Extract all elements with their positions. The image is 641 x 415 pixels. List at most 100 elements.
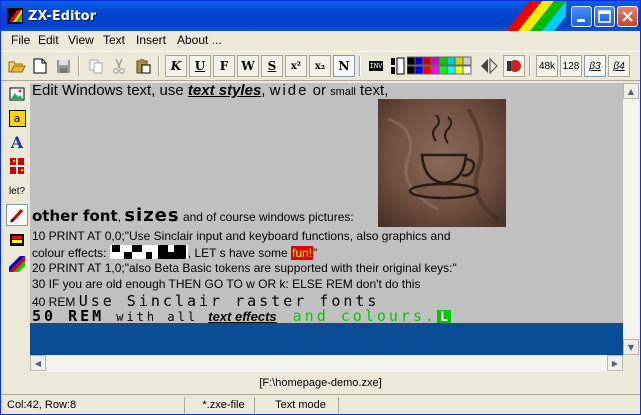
save-disk-icon [56, 59, 70, 73]
grid-icon [10, 158, 24, 174]
title-bar: ZX-Editor [1, 1, 640, 31]
menu-edit[interactable]: Edit [38, 33, 59, 47]
line1-text: Edit Windows text, use [32, 83, 188, 99]
line8-effects: text effects [208, 309, 277, 324]
menu-bar: File Edit View Text Insert About ... [1, 31, 640, 50]
insert-image-tool[interactable] [6, 83, 28, 105]
coffee-cup-picture [378, 99, 506, 227]
color-palette-icon [407, 56, 472, 75]
line4-fun: fun! [291, 246, 314, 260]
close-button[interactable] [617, 6, 638, 27]
zx-graphics-blocks [109, 245, 188, 259]
normal-text-button[interactable]: N [333, 55, 355, 77]
inverse-label: INV [368, 61, 384, 71]
line4-quote: " [313, 246, 318, 260]
paper-ink-selector[interactable] [389, 55, 407, 77]
scroll-corner [623, 355, 639, 372]
editor-line-3: 10 PRINT AT 0,0;"Use Sinclair input and … [32, 229, 451, 243]
new-button[interactable] [29, 55, 51, 77]
toolbar-separator [359, 56, 361, 76]
status-filetype: *.zxe-file [189, 397, 255, 413]
color-palette[interactable] [406, 55, 474, 77]
editor-line-5: 20 PRINT AT 1,0;"also Beta Basic tokens … [32, 261, 457, 275]
mode-beta3-button[interactable]: β3 [584, 55, 606, 77]
menu-file[interactable]: File [11, 33, 30, 47]
copy-button[interactable] [85, 55, 107, 77]
minimize-icon [577, 19, 585, 22]
line2-other-font: other font [32, 207, 118, 225]
editor-line-2: other font, sizes and of course windows … [32, 205, 354, 226]
pen-icon [10, 208, 24, 223]
status-position: Col:42, Row:8 [3, 397, 185, 413]
open-folder-icon [8, 61, 26, 73]
menu-insert[interactable]: Insert [136, 33, 166, 47]
wide-button[interactable]: W [237, 55, 259, 77]
shadow-button[interactable]: S [261, 55, 283, 77]
save-button[interactable] [52, 55, 74, 77]
line1-styles: text styles [187, 83, 262, 99]
toolbar: K U F W S x² x₂ N INV 48k 128 β3 β4 [1, 51, 640, 81]
scroll-left-button[interactable]: ◀ [30, 355, 46, 371]
underline-button[interactable]: U [189, 55, 211, 77]
bold-button[interactable]: F [213, 55, 235, 77]
subscript-button[interactable]: x₂ [309, 55, 331, 77]
mode-48k-button[interactable]: 48k [536, 55, 558, 77]
cut-button[interactable] [108, 55, 130, 77]
brightness-icon [507, 60, 521, 72]
toolbar-separator [78, 56, 80, 76]
line1-end: text, [355, 83, 389, 99]
maximize-button[interactable] [594, 6, 615, 27]
italic-button[interactable]: K [165, 55, 187, 77]
file-path: [F:\homepage-demo.zxe] [259, 377, 382, 389]
inverse-button[interactable]: INV [365, 55, 387, 77]
menu-about[interactable]: About ... [177, 33, 222, 47]
font-tool[interactable]: A [6, 131, 28, 153]
scroll-right-button[interactable]: ▶ [607, 355, 623, 371]
scroll-up-button[interactable]: ▲ [623, 83, 639, 99]
status-bar: Col:42, Row:8 *.zxe-file Text mode [1, 394, 640, 414]
minimize-button[interactable] [571, 6, 592, 27]
scroll-down-button[interactable]: ▼ [623, 339, 639, 355]
paste-clipboard-icon [136, 59, 151, 74]
scissors-icon [113, 58, 125, 74]
window-title: ZX-Editor [28, 9, 96, 24]
line4-let: , LET s have some [187, 246, 291, 260]
palette-icon [9, 256, 25, 272]
flash-icon [481, 57, 498, 75]
line2-sizes: sizes [124, 205, 180, 226]
spectrum-stripes-logo [506, 1, 566, 31]
text-frame-icon: a [8, 109, 26, 127]
line1-sep: , [261, 83, 270, 99]
text-frame-tool[interactable]: a [6, 107, 28, 129]
menu-text[interactable]: Text [103, 33, 125, 47]
editor-area[interactable]: Edit Windows text, use text styles, wide… [30, 83, 623, 355]
copy-icon [89, 59, 103, 74]
flash-button[interactable] [478, 55, 500, 77]
line2-rest: and of course windows pictures: [179, 210, 354, 224]
pen-tool[interactable] [6, 204, 28, 226]
superscript-button[interactable]: x² [285, 55, 307, 77]
maximize-icon [598, 10, 611, 23]
blue-paper-band [30, 323, 623, 355]
brightness-button[interactable] [503, 55, 525, 77]
editor-line-6: 30 IF you are old enough THEN GO TO w OR… [32, 277, 421, 291]
vertical-scrollbar[interactable]: ▲ ▼ [623, 83, 639, 355]
paste-button[interactable] [132, 55, 154, 77]
tool-sidebar: a A let? [5, 83, 29, 278]
open-button[interactable] [6, 55, 28, 77]
mode-128-button[interactable]: 128 [560, 55, 582, 77]
mode-beta4-button[interactable]: β4 [608, 55, 630, 77]
line1-wide: wide [269, 83, 309, 99]
screen-icon [10, 234, 24, 246]
palette-tool[interactable] [6, 253, 28, 275]
let-help-icon: let? [8, 185, 26, 197]
grid-tool[interactable] [6, 155, 28, 177]
let-help-tool[interactable]: let? [6, 180, 28, 202]
close-icon [622, 11, 633, 22]
menu-view[interactable]: View [68, 33, 94, 47]
screen-tool[interactable] [6, 229, 28, 251]
horizontal-scrollbar[interactable]: ◀ ▶ [30, 355, 639, 372]
paper-ink-icon [391, 57, 405, 75]
editor-line-4: colour effects: , LET s have some fun!" [32, 245, 317, 260]
status-mode: Text mode [259, 397, 339, 413]
